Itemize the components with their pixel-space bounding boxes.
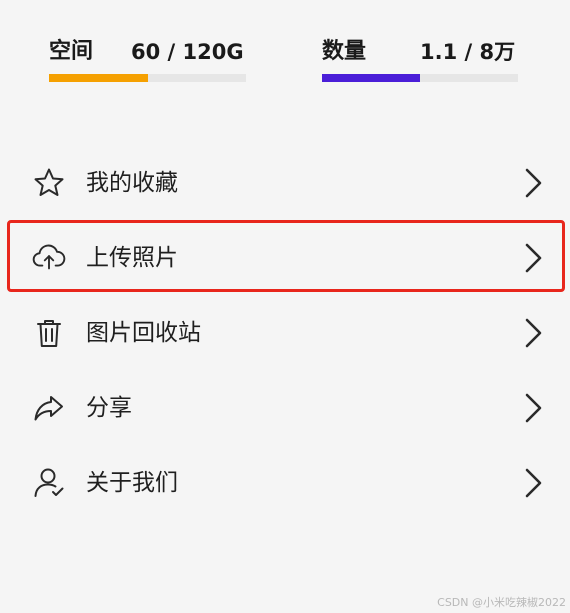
- menu-item-label: 图片回收站: [86, 319, 201, 346]
- photo-count-label: 数量: [322, 39, 367, 64]
- menu-item-label: 我的收藏: [86, 169, 178, 196]
- storage-space-progress: [49, 74, 246, 82]
- storage-space-progress-fill: [49, 74, 148, 82]
- photo-count-progress: [322, 74, 518, 82]
- share-icon: [32, 391, 66, 425]
- photo-count-stat: 数量 1.1 / 8万: [322, 36, 518, 82]
- star-icon: [32, 166, 66, 200]
- storage-space-stat: 空间 60 / 120G: [49, 36, 246, 82]
- chevron-right-icon: [520, 316, 546, 350]
- menu-list: 我的收藏 上传照片 图片回收站 分享 关于我们: [0, 145, 570, 520]
- trash-icon: [32, 316, 66, 350]
- menu-item-favorites[interactable]: 我的收藏: [0, 145, 570, 220]
- stats-panel: 空间 60 / 120G 数量 1.1 / 8万: [0, 0, 570, 100]
- photo-count-progress-fill: [322, 74, 420, 82]
- menu-item-label: 关于我们: [86, 469, 178, 496]
- storage-space-label: 空间: [49, 39, 94, 64]
- menu-item-recycle-bin[interactable]: 图片回收站: [0, 295, 570, 370]
- chevron-right-icon: [520, 391, 546, 425]
- watermark: CSDN @小米吃辣椒2022: [437, 596, 566, 609]
- menu-item-share[interactable]: 分享: [0, 370, 570, 445]
- menu-item-about-us[interactable]: 关于我们: [0, 445, 570, 520]
- cloud-upload-icon: [32, 241, 66, 275]
- menu-item-label: 上传照片: [86, 244, 178, 271]
- chevron-right-icon: [520, 466, 546, 500]
- chevron-right-icon: [520, 241, 546, 275]
- storage-space-value: 60 / 120G: [131, 40, 244, 64]
- chevron-right-icon: [520, 166, 546, 200]
- menu-item-label: 分享: [86, 394, 132, 421]
- photo-count-value: 1.1 / 8万: [420, 40, 516, 64]
- menu-item-upload-photos[interactable]: 上传照片: [0, 220, 570, 295]
- user-check-icon: [32, 466, 66, 500]
